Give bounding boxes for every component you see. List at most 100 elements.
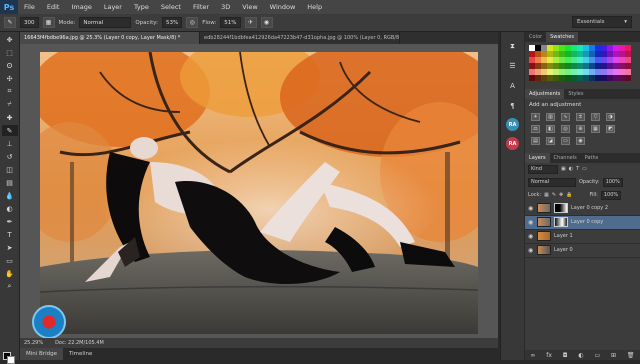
color-swatch[interactable] bbox=[529, 69, 535, 75]
filter-adjust-icon[interactable]: ◐ bbox=[569, 166, 573, 172]
color-swatch[interactable] bbox=[583, 45, 589, 51]
tab-document-1[interactable]: 16643f4fbdbe96a.jpg @ 25.3% (Layer 0 cop… bbox=[20, 32, 200, 44]
color-swatch[interactable] bbox=[589, 45, 595, 51]
lock-all-icon[interactable]: 🔒 bbox=[566, 192, 572, 198]
eyedropper-tool-icon[interactable]: ⌿ bbox=[2, 99, 18, 110]
color-swatch[interactable] bbox=[577, 45, 583, 51]
color-swatch[interactable] bbox=[565, 51, 571, 57]
lock-pixels-icon[interactable]: ▦ bbox=[544, 192, 549, 198]
shape-tool-icon[interactable]: ▭ bbox=[2, 255, 18, 266]
path-select-tool-icon[interactable]: ➤ bbox=[2, 242, 18, 253]
color-swatch[interactable] bbox=[613, 75, 619, 81]
levels-icon[interactable]: ▥ bbox=[546, 112, 555, 121]
vibrance-icon[interactable]: ▽ bbox=[591, 112, 600, 121]
gradient-tool-icon[interactable]: ▤ bbox=[2, 177, 18, 188]
color-swatch[interactable] bbox=[619, 57, 625, 63]
color-swatch[interactable] bbox=[589, 69, 595, 75]
color-swatch[interactable] bbox=[595, 75, 601, 81]
airbrush-icon[interactable]: ✈ bbox=[244, 17, 257, 28]
color-swatch[interactable] bbox=[547, 45, 553, 51]
lock-position-icon[interactable]: ✥ bbox=[559, 192, 563, 198]
canvas-photo[interactable] bbox=[40, 52, 478, 334]
color-swatch[interactable] bbox=[571, 45, 577, 51]
color-swatch[interactable] bbox=[601, 69, 607, 75]
color-swatch[interactable] bbox=[583, 69, 589, 75]
paragraph-panel-icon[interactable]: ¶ bbox=[506, 100, 520, 112]
tab-swatches[interactable]: Swatches bbox=[546, 32, 578, 42]
color-swatch[interactable] bbox=[571, 51, 577, 57]
black-white-icon[interactable]: ◧ bbox=[546, 124, 555, 133]
color-swatch[interactable] bbox=[535, 45, 541, 51]
link-layers-icon[interactable]: ∞ bbox=[530, 352, 535, 359]
color-swatch[interactable] bbox=[613, 51, 619, 57]
menu-edit[interactable]: Edit bbox=[41, 3, 66, 11]
healing-tool-icon[interactable]: ✚ bbox=[2, 112, 18, 123]
color-swatch[interactable] bbox=[529, 75, 535, 81]
eye-icon[interactable]: ◉ bbox=[528, 205, 534, 212]
selective-color-icon[interactable]: ◉ bbox=[576, 136, 585, 145]
layer-mask-thumbnail[interactable] bbox=[554, 217, 568, 227]
menu-filter[interactable]: Filter bbox=[187, 3, 215, 11]
pressure-size-icon[interactable]: ◉ bbox=[260, 17, 273, 28]
color-swatch[interactable] bbox=[529, 57, 535, 63]
color-swatch[interactable] bbox=[589, 51, 595, 57]
zoom-tool-icon[interactable]: ⌕ bbox=[2, 281, 18, 292]
menu-help[interactable]: Help bbox=[301, 3, 328, 11]
color-swatch[interactable] bbox=[619, 75, 625, 81]
menu-window[interactable]: Window bbox=[264, 3, 302, 11]
color-swatch[interactable] bbox=[535, 51, 541, 57]
color-swatch[interactable] bbox=[559, 69, 565, 75]
document-size-readout[interactable]: Doc: 22.2M/105.4M bbox=[55, 340, 104, 346]
tab-mini-bridge[interactable]: Mini Bridge bbox=[20, 348, 63, 360]
new-adjustment-icon[interactable]: ◐ bbox=[578, 352, 583, 359]
layer-row[interactable]: ◉ Layer 1 bbox=[525, 230, 640, 244]
quick-select-tool-icon[interactable]: ✣ bbox=[2, 73, 18, 84]
color-swatch[interactable] bbox=[607, 63, 613, 69]
eye-icon[interactable]: ◉ bbox=[528, 247, 534, 254]
trash-icon[interactable]: 🗑 bbox=[627, 352, 635, 359]
color-swatch[interactable] bbox=[541, 75, 547, 81]
color-swatch[interactable] bbox=[619, 45, 625, 51]
lock-paint-icon[interactable]: ✎ bbox=[552, 192, 556, 198]
brush-preset-icon[interactable]: ✎ bbox=[4, 17, 16, 28]
layer-name[interactable]: Layer 1 bbox=[554, 233, 573, 239]
stamp-tool-icon[interactable]: ⊥ bbox=[2, 138, 18, 149]
tab-document-2[interactable]: edb28244f1bdbfea412926da47223b47-d31opha… bbox=[200, 32, 400, 44]
color-swatch[interactable] bbox=[571, 63, 577, 69]
color-swatch[interactable] bbox=[529, 51, 535, 57]
layer-name[interactable]: Layer 0 copy bbox=[571, 219, 603, 225]
color-swatch[interactable] bbox=[589, 63, 595, 69]
eraser-tool-icon[interactable]: ◫ bbox=[2, 164, 18, 175]
ra-badge-icon[interactable]: RA bbox=[506, 118, 519, 131]
color-swatch[interactable] bbox=[553, 63, 559, 69]
menu-type[interactable]: Type bbox=[128, 3, 155, 11]
move-tool-icon[interactable]: ✥ bbox=[2, 34, 18, 45]
filter-pixel-icon[interactable]: ▣ bbox=[561, 166, 566, 172]
mode-dropdown[interactable]: Normal bbox=[79, 17, 132, 28]
history-panel-icon[interactable]: ⧗ bbox=[506, 40, 520, 52]
color-swatch[interactable] bbox=[547, 57, 553, 63]
canvas-area[interactable] bbox=[20, 44, 498, 338]
color-swatch[interactable] bbox=[547, 63, 553, 69]
type-tool-icon[interactable]: T bbox=[2, 229, 18, 240]
layer-style-icon[interactable]: fx bbox=[546, 352, 552, 359]
color-swatch[interactable] bbox=[553, 57, 559, 63]
color-swatch[interactable] bbox=[607, 75, 613, 81]
color-swatch[interactable] bbox=[583, 75, 589, 81]
color-swatch[interactable] bbox=[559, 63, 565, 69]
color-swatch[interactable] bbox=[553, 75, 559, 81]
color-swatch[interactable] bbox=[583, 63, 589, 69]
color-swatch[interactable] bbox=[541, 45, 547, 51]
pen-tool-icon[interactable]: ✒ bbox=[2, 216, 18, 227]
color-swatch[interactable] bbox=[535, 57, 541, 63]
crop-tool-icon[interactable]: ⌗ bbox=[2, 86, 18, 97]
tab-styles[interactable]: Styles bbox=[564, 89, 587, 99]
layer-row[interactable]: ◉ Layer 0 copy 2 bbox=[525, 202, 640, 216]
color-swatch[interactable] bbox=[595, 45, 601, 51]
workspace-switcher[interactable]: Essentials ▾ bbox=[572, 16, 632, 28]
color-swatch[interactable] bbox=[607, 57, 613, 63]
color-swatch[interactable] bbox=[565, 57, 571, 63]
fill-field[interactable]: 100% bbox=[600, 190, 622, 200]
color-swatch[interactable] bbox=[553, 45, 559, 51]
background-color-swatch[interactable] bbox=[7, 356, 15, 364]
